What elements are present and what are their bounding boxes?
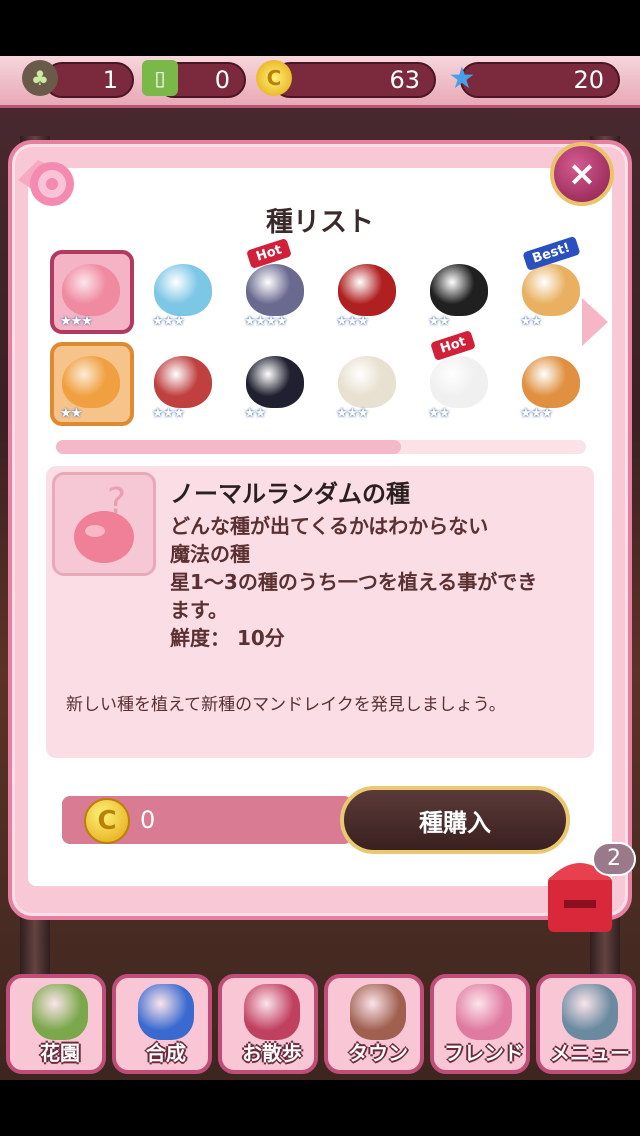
bottom-navigation: 花園 合成 お散歩 タウン フレンド メニュー <box>0 968 640 1080</box>
seed-cell[interactable]: ★★★ <box>510 342 594 426</box>
scroll-progress-bar <box>56 440 586 454</box>
dialog-title: 種リスト <box>266 207 374 238</box>
rarity-stars: ★★ <box>60 406 82 421</box>
seed-description: どんな種が出てくるかはわからない 魔法の種 星1〜3の種のうち一つを植える事がで… <box>170 512 590 652</box>
seed-cell[interactable]: ★★ <box>50 342 134 426</box>
seed-cell[interactable]: ★★ Hot <box>418 329 502 426</box>
seed-icon <box>338 356 396 408</box>
rarity-stars: ★★ <box>428 314 450 329</box>
seed-cell[interactable]: ★★ <box>418 250 502 334</box>
seed-cell[interactable]: ★★★ <box>326 342 410 426</box>
seed-icon <box>246 356 304 408</box>
star-count: 20 <box>573 66 604 94</box>
rarity-stars: ★★★ <box>336 314 369 329</box>
seed-cell[interactable]: ★★★★ Hot <box>234 237 318 334</box>
ticket-icon: ▯ <box>142 60 178 96</box>
nav-button[interactable]: お散歩 <box>218 974 318 1074</box>
castle-icon <box>350 984 406 1040</box>
seed-icon <box>522 356 580 408</box>
potion-icon <box>138 984 194 1040</box>
rarity-stars: ★★★ <box>60 314 93 329</box>
seed-grid: ★★★ ★★★ ★★★★ Hot ★★★ ★★ ★★ Best! ★★ ★★★ ★★ ★★★ ★★ Hot… <box>50 236 590 430</box>
buy-seed-button[interactable]: 種購入 <box>340 786 570 854</box>
rarity-stars: ★★★★ <box>244 314 288 329</box>
selected-seed-image: ? <box>52 472 156 576</box>
seed-count: 1 <box>102 66 118 94</box>
seed-icon <box>430 356 488 408</box>
mystery-seed-icon: ? <box>74 481 134 563</box>
system-top-bar <box>0 0 640 56</box>
mail-count-badge: 2 <box>592 842 636 876</box>
seed-icon <box>430 264 488 316</box>
close-icon: × <box>567 154 597 194</box>
svg-text:?: ? <box>107 481 126 522</box>
coin-count: 63 <box>389 66 420 94</box>
seed-cell[interactable]: ★★★ <box>50 250 134 334</box>
nav-button[interactable]: フレンド <box>430 974 530 1074</box>
seed-cell[interactable]: ★★★ <box>142 250 226 334</box>
next-page-arrow-icon[interactable] <box>582 298 608 346</box>
star-add-icon[interactable]: ★ <box>444 60 480 96</box>
coin-icon: C <box>84 798 130 844</box>
buy-seed-label: 種購入 <box>419 808 491 837</box>
nav-button-label: お散歩 <box>242 1041 302 1065</box>
description-line: 魔法の種 <box>170 542 250 566</box>
menu-board-icon <box>562 984 618 1040</box>
seed-name: ノーマルランダムの種 <box>170 480 410 508</box>
seed-icon <box>62 264 120 316</box>
seed-icon <box>154 356 212 408</box>
nav-button-label: フレンド <box>444 1041 524 1065</box>
rarity-stars: ★★★ <box>152 314 185 329</box>
freshness-line: 鮮度： 10分 <box>170 626 285 650</box>
nav-button[interactable]: タウン <box>324 974 424 1074</box>
rarity-stars: ★★★ <box>520 406 553 421</box>
ticket-count: 0 <box>214 66 230 94</box>
scroll-progress-fill <box>56 440 401 454</box>
nav-button[interactable]: 花園 <box>6 974 106 1074</box>
seed-cell[interactable]: ★★★ <box>142 342 226 426</box>
rarity-stars: ★★★ <box>336 406 369 421</box>
nav-button-label: 花園 <box>40 1041 80 1065</box>
seed-icon <box>338 264 396 316</box>
resource-status-bar: 1 ♣ 0 ▯ 63 C 20 ★ <box>0 56 640 108</box>
description-line: 星1〜3の種のうち一つを植える事ができ <box>170 570 538 594</box>
seed-cell[interactable]: ★★★ <box>326 250 410 334</box>
star-count-pill[interactable]: 20 <box>460 62 620 98</box>
nav-button[interactable]: 合成 <box>112 974 212 1074</box>
coin-add-icon[interactable]: C <box>256 60 292 96</box>
nav-button-label: メニュー <box>550 1041 630 1065</box>
seed-cell[interactable]: ★★ <box>234 342 318 426</box>
nav-button[interactable]: メニュー <box>536 974 636 1074</box>
nav-button-label: タウン <box>348 1041 408 1065</box>
description-line: どんな種が出てくるかはわからない <box>170 514 489 538</box>
system-bottom-bar <box>0 1080 640 1136</box>
rarity-stars: ★★ <box>244 406 266 421</box>
rarity-stars: ★★ <box>428 406 450 421</box>
rarity-stars: ★★ <box>520 314 542 329</box>
cost-value: 0 <box>140 806 156 834</box>
sprout-icon: ♣ <box>22 60 58 96</box>
rarity-stars: ★★★ <box>152 406 185 421</box>
seed-icon <box>154 264 212 316</box>
seed-icon <box>522 264 580 316</box>
friends-icon <box>456 984 512 1040</box>
nav-button-label: 合成 <box>146 1041 186 1065</box>
seed-icon <box>62 356 120 408</box>
hint-text: 新しい種を植えて新種のマンドレイクを発見しましょう。 <box>66 695 506 715</box>
flower-pot-icon <box>32 984 88 1040</box>
description-line: ます。 <box>170 598 228 622</box>
coin-count-pill[interactable]: 63 <box>272 62 436 98</box>
close-button[interactable]: × <box>550 142 614 206</box>
map-pin-icon <box>244 984 300 1040</box>
seed-icon <box>246 264 304 316</box>
